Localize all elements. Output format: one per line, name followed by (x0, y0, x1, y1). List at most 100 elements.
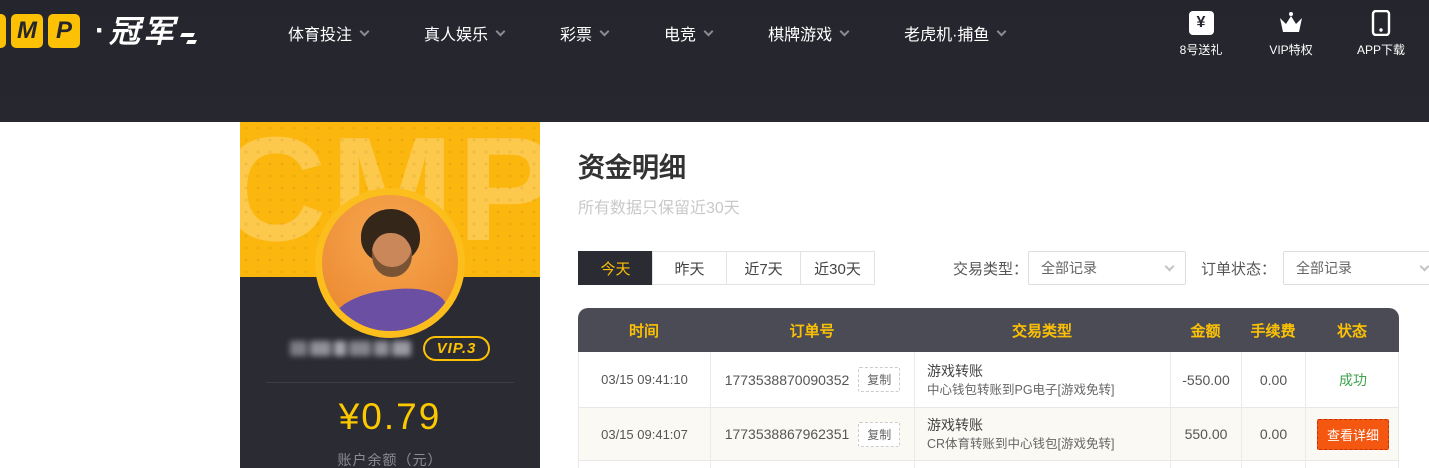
nav-item-label: 彩票 (560, 27, 593, 44)
chevron-down-icon (996, 26, 1007, 36)
nav-item-label: 棋牌游戏 (768, 27, 833, 44)
logo-brand-name: 冠军 (109, 13, 177, 49)
phone-icon (1371, 9, 1391, 36)
copy-button[interactable]: 复制 (858, 421, 901, 447)
nav-item-label: 电竞 (664, 27, 697, 44)
cell-fee: 0.00 (1242, 352, 1306, 407)
logo-dash-icon (180, 32, 197, 44)
account-balance: ¥0.79 (338, 396, 442, 437)
col-header-order-no: 订单号 (789, 322, 835, 340)
cell-fee (1242, 461, 1306, 468)
avatar-face (372, 233, 412, 277)
filter-controls: 今天 昨天 近7天 近30天 交易类型： 全部记录 订单状态： 全部记录 (578, 251, 1429, 285)
cell-order-no (711, 461, 915, 468)
quick-links: ¥ 8号送礼 VIP特权 APP下载 (1173, 9, 1409, 58)
nav-item-label: 老虎机·捕鱼 (904, 27, 990, 44)
type-title: 游戏转账 (927, 362, 983, 379)
table-header: 时间 订单号 交易类型 金额 手续费 状态 (578, 308, 1399, 352)
nav-item-label: 真人娱乐 (424, 27, 489, 44)
transactions-table: 时间 订单号 交易类型 金额 手续费 状态 03/15 09:41:10 177… (578, 308, 1399, 468)
nav-item-esports[interactable]: 电竞 (664, 21, 714, 45)
order-status-label: 订单状态： (1201, 261, 1277, 278)
balance-caption: 账户余额（元） (337, 452, 443, 468)
nav-item-board-games[interactable]: 棋牌游戏 (768, 21, 850, 45)
chevron-down-icon (599, 26, 610, 36)
page: C M P · 冠军 体育投注 真人娱乐 彩票 (0, 0, 1429, 468)
order-number: 1773538870090352 (724, 371, 850, 388)
quick-link-app[interactable]: APP下载 (1353, 9, 1409, 58)
cell-type: 游戏转账 CR体育转账到中心钱包[游戏免转] (915, 408, 1171, 460)
page-subtitle: 所有数据只保留近30天 (578, 200, 740, 217)
logo-letter-box: M (11, 14, 43, 48)
copy-button[interactable]: 复制 (858, 367, 901, 392)
chevron-down-icon (703, 26, 714, 36)
quick-link-label: 8号送礼 (1179, 43, 1223, 57)
cell-amount: -550.00 (1171, 352, 1242, 407)
quick-link-label: VIP特权 (1269, 43, 1313, 57)
order-number: 1773538867962351 (724, 426, 850, 442)
profile-sidebar: CMP VIP.3 ¥0.79 账户余额（元） (240, 122, 540, 468)
col-header-status: 状态 (1336, 322, 1367, 340)
chevron-down-icon (1164, 261, 1175, 272)
select-value: 全部记录 (1296, 260, 1352, 276)
date-range-tabs: 今天 昨天 近7天 近30天 (578, 251, 875, 285)
transaction-type-select[interactable]: 全部记录 (1028, 251, 1186, 285)
col-header-fee: 手续费 (1250, 322, 1296, 340)
tab-last-30-days[interactable]: 近30天 (800, 251, 875, 285)
logo-letter-box: C (0, 14, 6, 48)
cell-time (579, 461, 711, 468)
cell-order-no: 1773538870090352 复制 (711, 352, 915, 407)
nav-item-live-casino[interactable]: 真人娱乐 (424, 21, 506, 45)
chevron-down-icon (1419, 261, 1429, 272)
main-content: 资金明细 所有数据只保留近30天 今天 昨天 近7天 近30天 交易类型： 全部… (540, 122, 1429, 468)
navbar: C M P · 冠军 体育投注 真人娱乐 彩票 (0, 0, 1429, 66)
logo-letter-box: P (48, 14, 80, 48)
table-row (579, 461, 1398, 468)
status-success-text: 成功 (1339, 371, 1367, 388)
brand-logo[interactable]: C M P · 冠军 (0, 13, 197, 49)
nav-item-label: 体育投注 (288, 27, 353, 44)
logo-separator: · (95, 14, 105, 47)
tab-today[interactable]: 今天 (578, 251, 653, 285)
cell-amount: 550.00 (1171, 408, 1242, 460)
username-masked (289, 341, 411, 356)
type-description: CR体育转账到中心钱包[游戏免转] (927, 437, 1115, 451)
table-body: 03/15 09:41:10 1773538870090352 复制 游戏转账 … (578, 352, 1399, 468)
top-nav: C M P · 冠军 体育投注 真人娱乐 彩票 (0, 0, 1429, 122)
table-row: 03/15 09:41:10 1773538870090352 复制 游戏转账 … (579, 352, 1398, 408)
select-value: 全部记录 (1041, 260, 1097, 276)
cell-status: 成功 (1306, 352, 1400, 407)
tab-last-7-days[interactable]: 近7天 (726, 251, 801, 285)
col-header-amount: 金额 (1190, 322, 1221, 340)
view-detail-button[interactable]: 查看详细 (1316, 418, 1389, 450)
chevron-down-icon (839, 26, 850, 36)
quick-link-label: APP下载 (1356, 43, 1405, 57)
cell-time: 03/15 09:41:07 (579, 408, 711, 460)
main-menu: 体育投注 真人娱乐 彩票 电竞 棋牌游戏 老虎机·捕鱼 (288, 0, 1007, 66)
tab-yesterday[interactable]: 昨天 (652, 251, 727, 285)
page-title: 资金明细 (578, 153, 686, 183)
gift-yuan-icon: ¥ (1188, 9, 1214, 36)
nav-item-sports[interactable]: 体育投注 (288, 21, 370, 45)
type-description: 中心钱包转账到PG电子[游戏免转] (927, 382, 1115, 397)
col-header-time: 时间 (628, 322, 659, 340)
cell-status: 查看详细 (1306, 408, 1400, 460)
nav-item-slots-fishing[interactable]: 老虎机·捕鱼 (904, 21, 1007, 45)
cell-order-no: 1773538867962351 复制 (711, 408, 915, 460)
transaction-type-label: 交易类型： (953, 261, 1029, 278)
crown-icon (1277, 9, 1305, 36)
cell-status (1306, 461, 1400, 468)
cell-type (915, 461, 1171, 468)
vip-badge: VIP.3 (422, 336, 491, 361)
cell-time: 03/15 09:41:10 (579, 352, 711, 407)
quick-link-vip[interactable]: VIP特权 (1263, 9, 1319, 58)
chevron-down-icon (495, 26, 506, 36)
table-row: 03/15 09:41:07 1773538867962351 复制 游戏转账 … (579, 408, 1398, 461)
cell-amount (1171, 461, 1242, 468)
order-status-select[interactable]: 全部记录 (1283, 251, 1429, 285)
nav-item-lottery[interactable]: 彩票 (560, 21, 610, 45)
quick-link-gift[interactable]: ¥ 8号送礼 (1173, 9, 1229, 58)
avatar-image (322, 195, 458, 331)
col-header-type: 交易类型 (1011, 322, 1072, 340)
avatar (315, 188, 465, 338)
